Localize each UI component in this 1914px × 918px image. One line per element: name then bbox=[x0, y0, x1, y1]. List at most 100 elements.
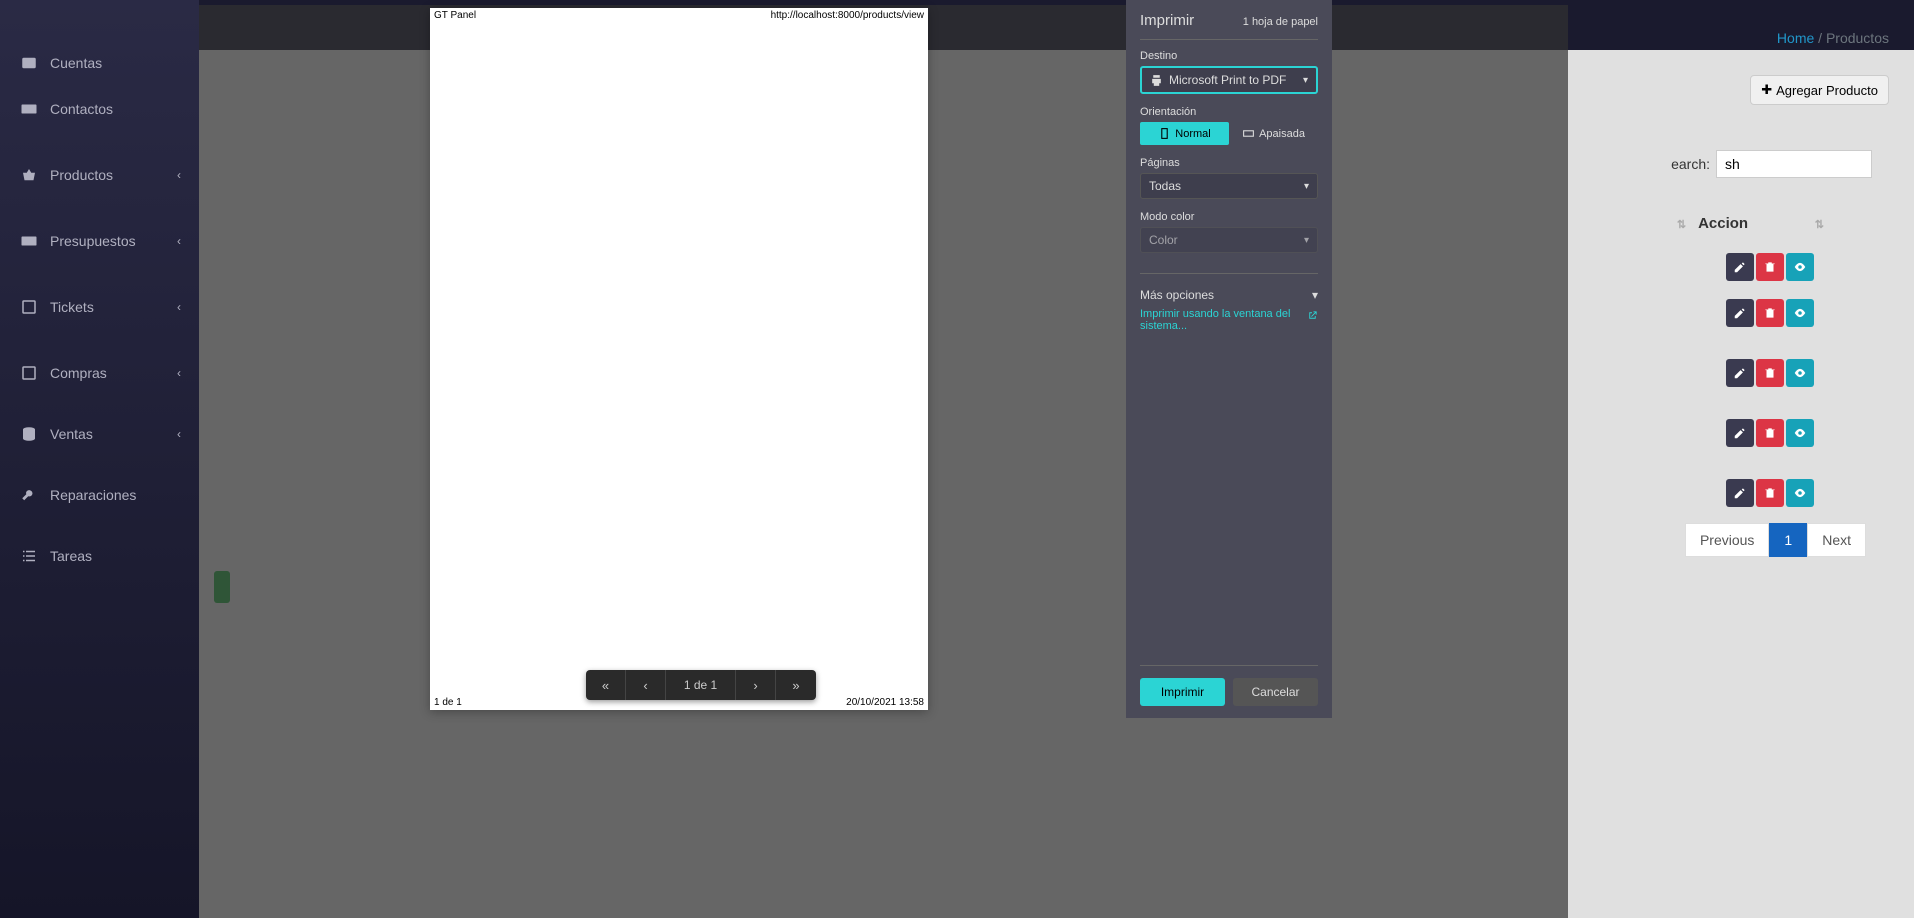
orientation-label: Orientación bbox=[1140, 106, 1318, 118]
edit-button[interactable] bbox=[1726, 253, 1754, 281]
edit-button[interactable] bbox=[1726, 479, 1754, 507]
destination-label: Destino bbox=[1140, 50, 1318, 62]
delete-button[interactable] bbox=[1756, 253, 1784, 281]
preview-url: http://localhost:8000/products/view bbox=[771, 10, 924, 21]
chevron-down-icon: ▾ bbox=[1303, 75, 1308, 86]
sidebar-item-label: Contactos bbox=[50, 101, 113, 117]
orientation-toggle: Normal Apaisada bbox=[1140, 122, 1318, 145]
pages-label: Páginas bbox=[1140, 157, 1318, 169]
sort-icon[interactable]: ⇅ bbox=[1677, 219, 1686, 231]
sidebar-item-reparaciones[interactable]: Reparaciones bbox=[0, 472, 199, 518]
view-button[interactable] bbox=[1786, 359, 1814, 387]
breadcrumb: Home / Productos bbox=[1777, 30, 1889, 46]
sidebar-item-ventas[interactable]: Ventas ‹ bbox=[0, 411, 199, 457]
more-options-toggle[interactable]: Más opciones ▾ bbox=[1140, 282, 1318, 308]
table-row-actions bbox=[1726, 479, 1814, 507]
chevron-down-icon: ▾ bbox=[1312, 288, 1318, 302]
external-link-icon bbox=[1307, 310, 1318, 321]
sidebar-item-label: Productos bbox=[50, 167, 113, 183]
preview-page-info: 1 de 1 bbox=[434, 697, 462, 708]
users-icon bbox=[20, 54, 38, 72]
first-page-button[interactable]: « bbox=[586, 670, 626, 700]
database-icon bbox=[20, 425, 38, 443]
view-button[interactable] bbox=[1786, 253, 1814, 281]
sidebar-item-contactos[interactable]: Contactos bbox=[0, 86, 199, 132]
destination-value: Microsoft Print to PDF bbox=[1169, 73, 1286, 87]
idcard-icon bbox=[20, 100, 38, 118]
plus-icon: ✚ bbox=[1761, 82, 1772, 98]
preview-datetime: 20/10/2021 13:58 bbox=[846, 697, 924, 708]
add-product-label: Agregar Producto bbox=[1776, 83, 1878, 98]
search-input[interactable] bbox=[1716, 150, 1872, 178]
breadcrumb-current: Productos bbox=[1826, 30, 1889, 46]
print-dialog-title: Imprimir bbox=[1140, 12, 1194, 29]
pagination-page-1[interactable]: 1 bbox=[1769, 523, 1807, 557]
chevron-left-icon: ‹ bbox=[177, 168, 181, 182]
view-button[interactable] bbox=[1786, 299, 1814, 327]
table-row-actions bbox=[1726, 419, 1814, 447]
delete-button[interactable] bbox=[1756, 479, 1784, 507]
table-row-actions bbox=[1726, 359, 1814, 387]
sidebar-item-label: Ventas bbox=[50, 426, 93, 442]
print-button[interactable]: Imprimir bbox=[1140, 678, 1225, 706]
delete-button[interactable] bbox=[1756, 419, 1784, 447]
cancel-button[interactable]: Cancelar bbox=[1233, 678, 1318, 706]
sidebar-item-label: Reparaciones bbox=[50, 487, 136, 503]
ticket-icon bbox=[20, 298, 38, 316]
chevron-down-icon: ▾ bbox=[1304, 181, 1309, 192]
chevron-left-icon: ‹ bbox=[177, 366, 181, 380]
portrait-icon bbox=[1158, 127, 1171, 140]
sidebar-item-label: Compras bbox=[50, 365, 107, 381]
last-page-button[interactable]: » bbox=[776, 670, 816, 700]
printer-icon bbox=[1150, 74, 1163, 87]
prev-page-button[interactable]: ‹ bbox=[626, 670, 666, 700]
sidebar-item-presupuestos[interactable]: Presupuestos ‹ bbox=[0, 218, 199, 264]
sidebar-item-tareas[interactable]: Tareas bbox=[0, 533, 199, 579]
breadcrumb-sep: / bbox=[1818, 30, 1822, 46]
sidebar-item-productos[interactable]: Productos ‹ bbox=[0, 152, 199, 198]
next-page-button[interactable]: › bbox=[736, 670, 776, 700]
search-container: earch: bbox=[1671, 150, 1872, 178]
orientation-landscape[interactable]: Apaisada bbox=[1229, 122, 1318, 145]
sidebar: Cuentas Contactos Productos ‹ Presupuest… bbox=[0, 0, 199, 918]
breadcrumb-home[interactable]: Home bbox=[1777, 30, 1814, 46]
wrench-icon bbox=[20, 486, 38, 504]
pagination-next[interactable]: Next bbox=[1807, 523, 1866, 557]
edit-button[interactable] bbox=[1726, 299, 1754, 327]
sidebar-item-tickets[interactable]: Tickets ‹ bbox=[0, 284, 199, 330]
sidebar-item-label: Tickets bbox=[50, 299, 94, 315]
edit-button[interactable] bbox=[1726, 359, 1754, 387]
search-label: earch: bbox=[1671, 156, 1710, 172]
chevron-down-icon: ▾ bbox=[1304, 235, 1309, 246]
color-label: Modo color bbox=[1140, 211, 1318, 223]
orientation-portrait[interactable]: Normal bbox=[1140, 122, 1229, 145]
sidebar-item-cuentas[interactable]: Cuentas bbox=[0, 40, 199, 86]
view-button[interactable] bbox=[1786, 419, 1814, 447]
print-preview-page: GT Panel http://localhost:8000/products/… bbox=[430, 8, 928, 710]
color-select: Color ▾ bbox=[1140, 227, 1318, 253]
pages-value: Todas bbox=[1149, 179, 1181, 193]
delete-button[interactable] bbox=[1756, 299, 1784, 327]
delete-button[interactable] bbox=[1756, 359, 1784, 387]
view-button[interactable] bbox=[1786, 479, 1814, 507]
landscape-icon bbox=[1242, 127, 1255, 140]
add-product-button[interactable]: ✚ Agregar Producto bbox=[1750, 75, 1889, 105]
card-icon bbox=[20, 232, 38, 250]
sidebar-item-label: Presupuestos bbox=[50, 233, 136, 249]
system-print-link[interactable]: Imprimir usando la ventana del sistema..… bbox=[1140, 308, 1318, 332]
page-indicator: 1 de 1 bbox=[666, 670, 736, 700]
pages-select[interactable]: Todas ▾ bbox=[1140, 173, 1318, 199]
table-row-actions bbox=[1726, 299, 1814, 327]
sidebar-item-compras[interactable]: Compras ‹ bbox=[0, 350, 199, 396]
chevron-left-icon: ‹ bbox=[177, 234, 181, 248]
basket-icon bbox=[20, 166, 38, 184]
sidebar-item-label: Cuentas bbox=[50, 55, 102, 71]
print-dialog: Imprimir 1 hoja de papel Destino Microso… bbox=[1126, 0, 1332, 718]
edit-button[interactable] bbox=[1726, 419, 1754, 447]
pagination-prev[interactable]: Previous bbox=[1685, 523, 1769, 557]
sort-icon[interactable]: ⇅ bbox=[1815, 219, 1824, 231]
column-header-accion: ⇅ Accion ⇅ bbox=[1677, 215, 1824, 232]
sidebar-item-label: Tareas bbox=[50, 548, 92, 564]
chevron-left-icon: ‹ bbox=[177, 300, 181, 314]
destination-select[interactable]: Microsoft Print to PDF ▾ bbox=[1140, 66, 1318, 94]
